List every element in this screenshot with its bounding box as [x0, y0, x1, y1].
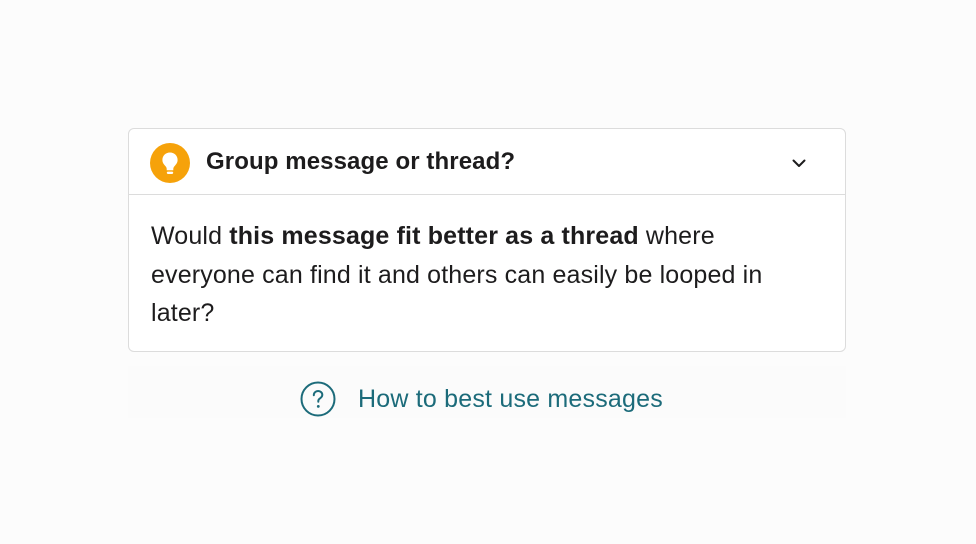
card-title: Group message or thread? [206, 148, 516, 175]
lightbulb-icon [150, 143, 190, 183]
card-body-text: Would this message fit better as a threa… [151, 217, 821, 333]
chevron-down-icon[interactable] [789, 153, 809, 173]
card-header[interactable]: Group message or thread? [129, 129, 845, 195]
question-circle-icon [300, 381, 336, 417]
body-text-start: Would [151, 222, 230, 250]
thread-suggestion-card: Group message or thread? Would this mess… [128, 128, 846, 352]
help-link-label: How to best use messages [358, 384, 663, 413]
body-text-emphasis: this message fit better as a thread [229, 222, 639, 250]
help-link[interactable]: How to best use messages [300, 380, 663, 418]
